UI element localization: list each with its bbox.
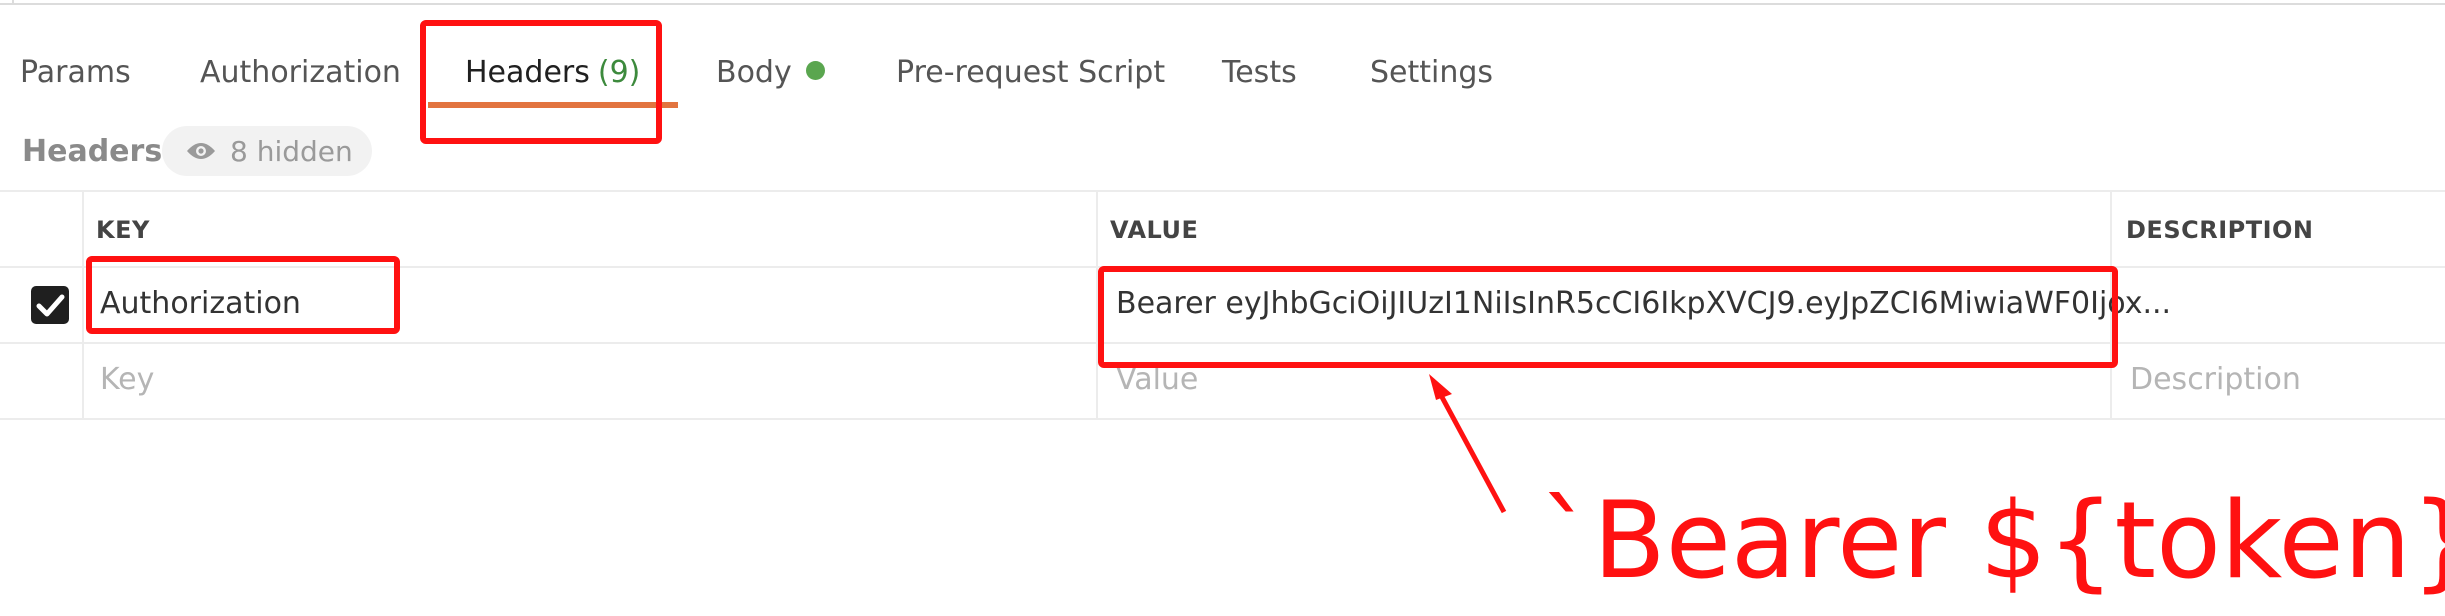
tab-params[interactable]: Params bbox=[20, 50, 131, 96]
table-col-divider-checkbox bbox=[82, 190, 84, 420]
column-header-key: KEY bbox=[96, 216, 150, 244]
column-header-value: VALUE bbox=[1110, 216, 1199, 244]
tab-authorization[interactable]: Authorization bbox=[200, 50, 401, 96]
tab-settings[interactable]: Settings bbox=[1370, 50, 1493, 96]
tab-body-label: Body bbox=[716, 55, 792, 90]
headers-panel: Params Authorization Headers (9) Body Pre… bbox=[0, 0, 2445, 616]
tab-tests[interactable]: Tests bbox=[1222, 50, 1297, 96]
table-bottom-border bbox=[0, 418, 2445, 420]
annotation-arrow-icon bbox=[1429, 374, 1507, 514]
eye-icon bbox=[187, 143, 215, 159]
top-border bbox=[0, 0, 2445, 5]
annotation-box-value bbox=[1098, 266, 2118, 368]
hidden-headers-toggle[interactable]: 8 hidden bbox=[162, 126, 372, 176]
hidden-headers-label: 8 hidden bbox=[230, 134, 353, 168]
new-key-input[interactable]: Key bbox=[100, 358, 154, 402]
column-header-description: DESCRIPTION bbox=[2126, 216, 2314, 244]
new-description-input[interactable]: Description bbox=[2130, 358, 2301, 402]
body-status-dot-icon bbox=[805, 61, 825, 80]
table-top-border bbox=[0, 190, 2445, 192]
tab-body[interactable]: Body bbox=[716, 50, 825, 96]
annotation-box-headers-tab bbox=[420, 20, 662, 144]
annotation-text: `Bearer ${token}` bbox=[1540, 479, 2445, 602]
checkmark-icon bbox=[36, 294, 65, 317]
tab-pre-request-script[interactable]: Pre-request Script bbox=[896, 50, 1165, 96]
annotation-box-key bbox=[86, 256, 400, 334]
row-enabled-checkbox[interactable] bbox=[31, 286, 69, 324]
headers-section-title: Headers bbox=[22, 134, 163, 169]
